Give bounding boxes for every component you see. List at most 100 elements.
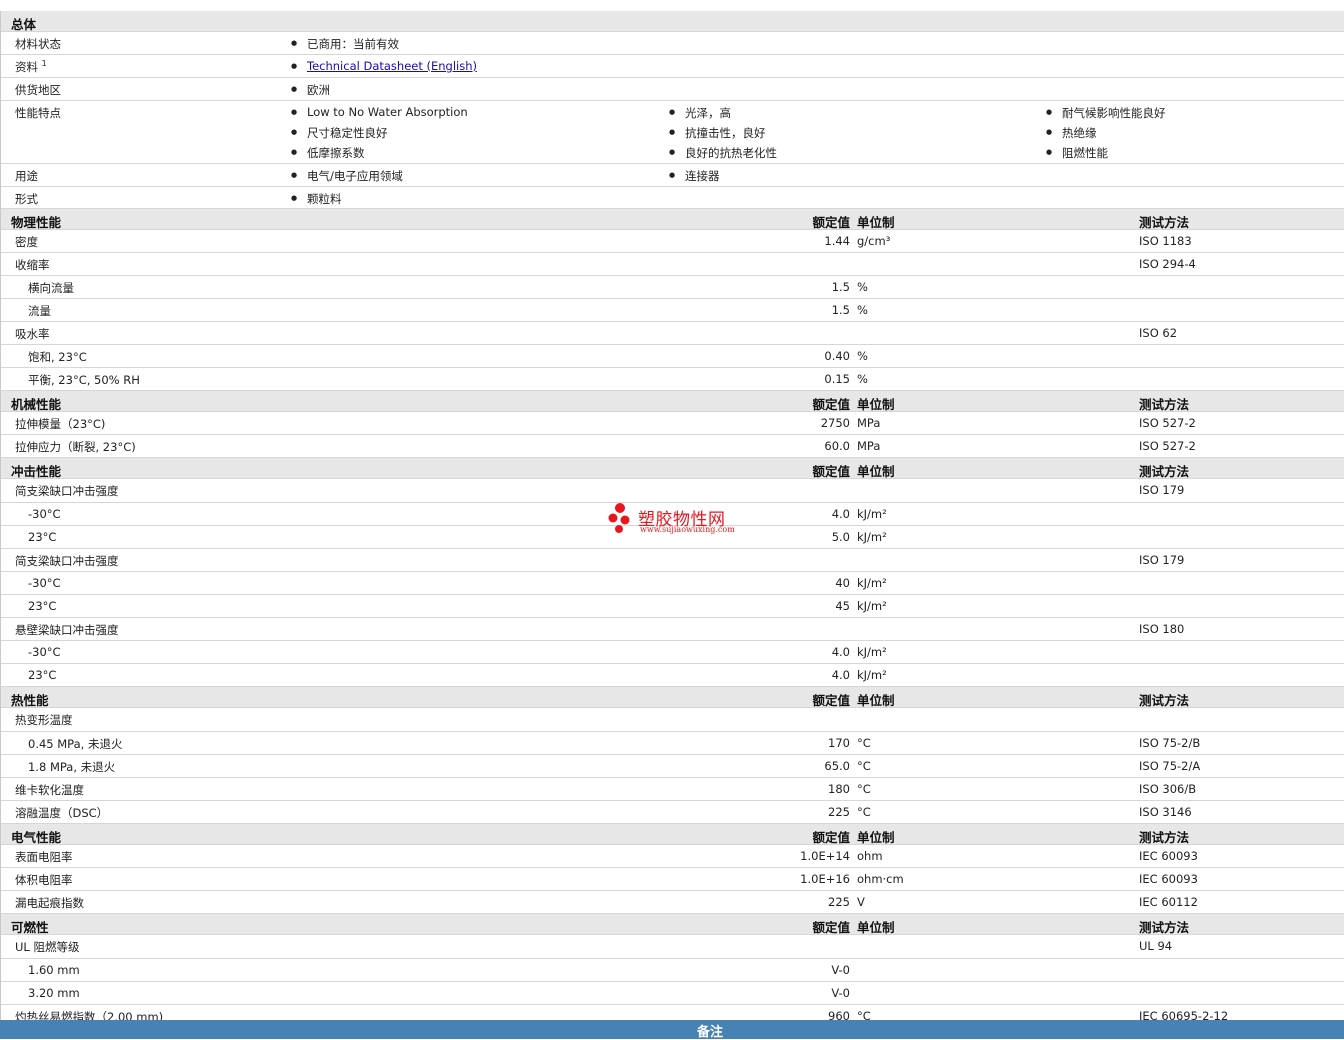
property-row: 维卡软化温度 180 °C ISO 306/B [1, 778, 1344, 801]
notes-title: 备注 [696, 1025, 723, 1040]
property-value: 225 [828, 805, 850, 819]
property-value: V-0 [831, 986, 850, 1000]
property-row: 平衡, 23°C, 50% RH 0.15% [1, 368, 1344, 391]
property-label: 收缩率 [15, 258, 50, 272]
property-row: 表面电阻率 1.0E+14 ohm IEC 60093 [1, 845, 1344, 868]
test-method: ISO 1183 [1139, 234, 1192, 248]
property-unit: kJ/m² [857, 507, 887, 521]
watermark-url: www.sujiaowuxing.com [640, 525, 735, 534]
property-label: 体积电阻率 [15, 873, 73, 887]
general-status-row: 材料状态 已商用：当前有效 [1, 32, 1344, 55]
property-row: -30°C 4.0 kJ/m² [1, 641, 1344, 664]
section-header-general: 总体 [1, 11, 1344, 32]
unit-column-header: 单位制 [857, 830, 895, 845]
property-row: 23°C 4.0 kJ/m² [1, 664, 1344, 687]
property-sections: 物理性能 额定值 单位制 测试方法密度 1.44 g/cm³ ISO 1183 收缩率 ISO … [1, 209, 1344, 1028]
datasheet-link-item[interactable]: Technical Datasheet (English) [291, 59, 477, 73]
property-value: 0.40 [824, 349, 850, 363]
unit-column-header: 单位制 [857, 397, 895, 412]
property-label: 溶融温度（DSC） [15, 806, 109, 820]
property-unit: ohm [857, 849, 883, 863]
property-value: 65.0 [824, 759, 850, 773]
property-unit: ohm·cm [857, 872, 904, 886]
method-column-header: 测试方法 [1139, 693, 1190, 708]
property-value: 40 [835, 576, 850, 590]
test-method: ISO 306/B [1139, 782, 1197, 796]
property-row: 横向流量 1.5% [1, 276, 1344, 299]
test-method: ISO 75-2/A [1139, 759, 1201, 773]
property-label: 拉伸模量（23°C) [15, 417, 106, 431]
property-value: 180 [828, 782, 850, 796]
property-label: -30°C [28, 645, 61, 659]
technical-datasheet-link[interactable]: Technical Datasheet (English) [307, 59, 477, 73]
row-label: 用途 [15, 169, 38, 183]
property-label: 表面电阻率 [15, 850, 73, 864]
property-row: 0.45 MPa, 未退火 170 °C ISO 75-2/B [1, 732, 1344, 755]
property-label: 漏电起痕指数 [15, 896, 84, 910]
property-value: 1.0E+16 [800, 872, 850, 886]
feature-item: 阻燃性能 [1046, 145, 1108, 161]
value-column-header: 额定值 [812, 464, 850, 479]
method-column-header: 测试方法 [1139, 464, 1190, 479]
property-label: 热变形温度 [15, 713, 73, 727]
property-unit: kJ/m² [857, 599, 887, 613]
test-method: ISO 75-2/B [1139, 736, 1201, 750]
property-unit: °C [857, 736, 871, 750]
property-unit: °C [857, 759, 871, 773]
property-row: 热变形温度 [1, 708, 1344, 732]
watermark-logo: 塑胶物性网 www.sujiaowuxing.com [608, 502, 748, 538]
value-column-header: 额定值 [812, 830, 850, 845]
feature-item: 光泽，高 [669, 105, 731, 121]
property-unit: g/cm³ [857, 234, 891, 248]
top-spacer [0, 0, 1344, 11]
test-method: IEC 60112 [1139, 895, 1198, 909]
value-column-header: 额定值 [812, 693, 850, 708]
unit-column-header: 单位制 [857, 215, 895, 230]
property-label: 0.45 MPa, 未退火 [28, 737, 123, 751]
property-label: 平衡, 23°C, 50% RH [28, 373, 140, 387]
unit-column-header: 单位制 [857, 464, 895, 479]
property-row: 拉伸应力（断裂, 23°C) 60.0 MPa ISO 527-2 [1, 435, 1344, 458]
test-method: ISO 3146 [1139, 805, 1192, 819]
property-row: 简支梁缺口冲击强度 ISO 179 [1, 549, 1344, 572]
section-title: 总体 [11, 17, 37, 32]
method-column-header: 测试方法 [1139, 920, 1190, 935]
property-label: 23°C [28, 599, 57, 613]
test-method: IEC 60093 [1139, 872, 1198, 886]
property-value: 5.0 [831, 530, 850, 544]
section-header-physical: 物理性能 额定值 单位制 测试方法 [1, 209, 1344, 230]
region-value: 欧洲 [291, 82, 330, 98]
section-title: 电气性能 [11, 830, 62, 845]
test-method: ISO 179 [1139, 483, 1185, 497]
general-form-row: 形式 颗粒料 [1, 187, 1344, 209]
molecule-icon [608, 503, 630, 533]
method-column-header: 测试方法 [1139, 397, 1190, 412]
row-label: 材料状态 [15, 37, 61, 51]
property-row: -30°C 40 kJ/m² [1, 572, 1344, 595]
method-column-header: 测试方法 [1139, 830, 1190, 845]
property-unit: °C [857, 805, 871, 819]
property-row: 体积电阻率 1.0E+16 ohm·cm IEC 60093 [1, 868, 1344, 891]
property-label: 3.20 mm [28, 986, 80, 1000]
property-value: 4.0 [831, 507, 850, 521]
property-row: 拉伸模量（23°C) 2750 MPa ISO 527-2 [1, 412, 1344, 435]
property-label: 简支梁缺口冲击强度 [15, 554, 119, 568]
test-method: ISO 527-2 [1139, 439, 1196, 453]
property-value: 225 [828, 895, 850, 909]
property-label: 1.60 mm [28, 963, 80, 977]
property-label: 密度 [15, 235, 38, 249]
property-row: 溶融温度（DSC） 225 °C ISO 3146 [1, 801, 1344, 824]
property-value: 1.44 [824, 234, 850, 248]
property-row: 饱和, 23°C 0.40% [1, 345, 1344, 368]
section-header-electrical: 电气性能 额定值 单位制 测试方法 [1, 824, 1344, 845]
property-value: 1.5 [831, 303, 850, 317]
property-unit: kJ/m² [857, 530, 887, 544]
property-value: 4.0 [831, 668, 850, 682]
property-row: 悬壁梁缺口冲击强度 ISO 180 [1, 618, 1344, 641]
property-unit: % [857, 349, 868, 363]
value-column-header: 额定值 [812, 215, 850, 230]
unit-column-header: 单位制 [857, 693, 895, 708]
notes-bar: 备注 [0, 1020, 1344, 1040]
row-label: 性能特点 [15, 106, 61, 120]
test-method: ISO 527-2 [1139, 416, 1196, 430]
